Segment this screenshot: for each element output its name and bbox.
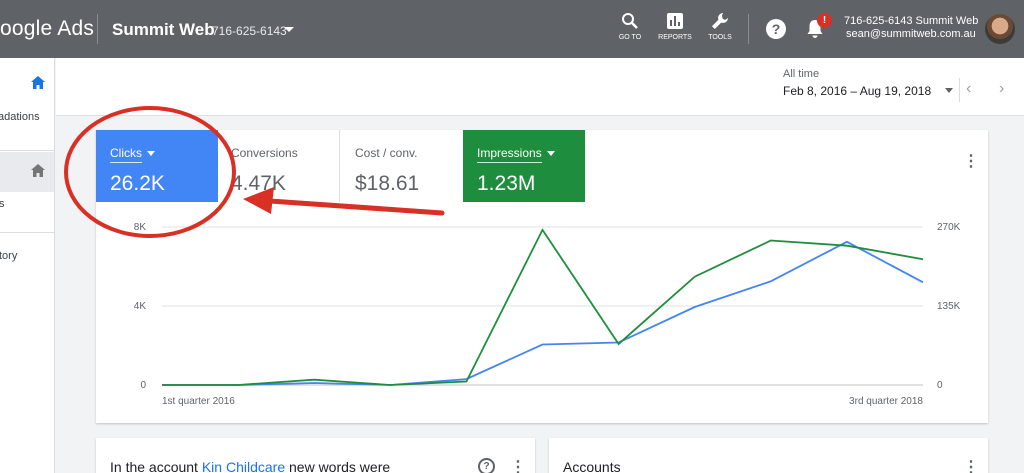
notification-badge: !: [817, 13, 832, 28]
goto-button[interactable]: GO TO: [614, 12, 646, 41]
sidebar-item-s[interactable]: s: [0, 198, 54, 210]
prev-period-icon[interactable]: ‹: [966, 80, 971, 98]
x-axis-start-label: 1st quarter 2016: [162, 396, 235, 407]
google-ads-logo[interactable]: oogle Ads: [0, 17, 94, 41]
home-icon: [31, 76, 45, 89]
tools-label: TOOLS: [708, 34, 732, 41]
date-divider: [959, 78, 960, 102]
sidebar-home-secondary[interactable]: [0, 152, 54, 192]
left-axis-tick-label: 0: [140, 380, 146, 391]
help-icon[interactable]: ?: [766, 19, 786, 39]
accounts-card: Accounts ⋮: [549, 438, 988, 473]
left-axis-tick-label: 4K: [134, 301, 147, 312]
right-axis-tick-label: 270K: [937, 222, 961, 233]
next-period-icon[interactable]: ›: [999, 80, 1004, 98]
date-range-label: All time: [783, 68, 820, 80]
left-axis-ticks: 0 4K 8K: [134, 222, 147, 391]
sidebar-divider: [0, 150, 54, 151]
sidebar: adations s tory: [0, 58, 55, 473]
account-name[interactable]: Summit Web: [112, 20, 215, 40]
sidebar-divider: [0, 232, 54, 233]
avatar[interactable]: [985, 14, 1015, 44]
account-id[interactable]: 716-625-6143: [212, 24, 287, 38]
tools-button[interactable]: TOOLS: [704, 12, 736, 41]
sidebar-item-recommendations[interactable]: adations: [0, 111, 53, 123]
date-dropdown-icon[interactable]: [945, 88, 953, 93]
series-line-impressions: [162, 228, 924, 386]
date-range-bar: All time Feb 8, 2016 – Aug 19, 2018 ‹ ›: [56, 58, 1024, 116]
account-dropdown-icon[interactable]: [284, 27, 294, 32]
user-email[interactable]: sean@summitweb.com.au: [846, 28, 976, 40]
right-axis-ticks: 0 135K 270K: [937, 222, 961, 391]
home-icon: [31, 164, 45, 177]
sidebar-home-active[interactable]: [0, 58, 54, 98]
insight-prefix: In the account: [110, 459, 202, 473]
chart-grid: [162, 226, 923, 386]
sidebar-item-history[interactable]: tory: [0, 250, 54, 262]
top-bar: oogle Ads Summit Web 716-625-6143 GO TO …: [0, 0, 1024, 58]
performance-chart: 0 4K 8K 0 135K 270K 1st quarter 2016 3rd qua…: [134, 222, 961, 407]
insight-text: In the account Kin Childcare new words w…: [110, 459, 390, 473]
reports-label: REPORTS: [658, 34, 692, 41]
insight-suffix: new words were: [285, 459, 391, 473]
accounts-card-title: Accounts: [563, 459, 621, 473]
insight-card: In the account Kin Childcare new words w…: [96, 438, 535, 473]
wrench-icon: [712, 13, 728, 29]
date-range-picker[interactable]: Feb 8, 2016 – Aug 19, 2018: [783, 84, 931, 98]
left-axis-tick-label: 8K: [134, 222, 147, 233]
reports-icon: [667, 13, 683, 29]
x-axis-end-label: 3rd quarter 2018: [849, 396, 923, 407]
reports-button[interactable]: REPORTS: [655, 12, 695, 41]
toolbar-divider: [748, 14, 749, 44]
insight-menu-icon[interactable]: ⋮: [510, 457, 526, 473]
accounts-menu-icon[interactable]: ⋮: [963, 457, 979, 473]
chart-series: [162, 228, 924, 386]
goto-label: GO TO: [618, 34, 642, 41]
right-axis-tick-label: 0: [937, 380, 943, 391]
insight-account-link[interactable]: Kin Childcare: [202, 459, 285, 473]
series-line-clicks: [162, 240, 924, 386]
right-axis-tick-label: 135K: [937, 301, 961, 312]
help-circle-icon[interactable]: ?: [478, 458, 495, 473]
logo-divider: [97, 14, 98, 44]
user-account-label[interactable]: 716-625-6143 Summit Web: [844, 15, 978, 27]
search-icon: [622, 13, 638, 29]
